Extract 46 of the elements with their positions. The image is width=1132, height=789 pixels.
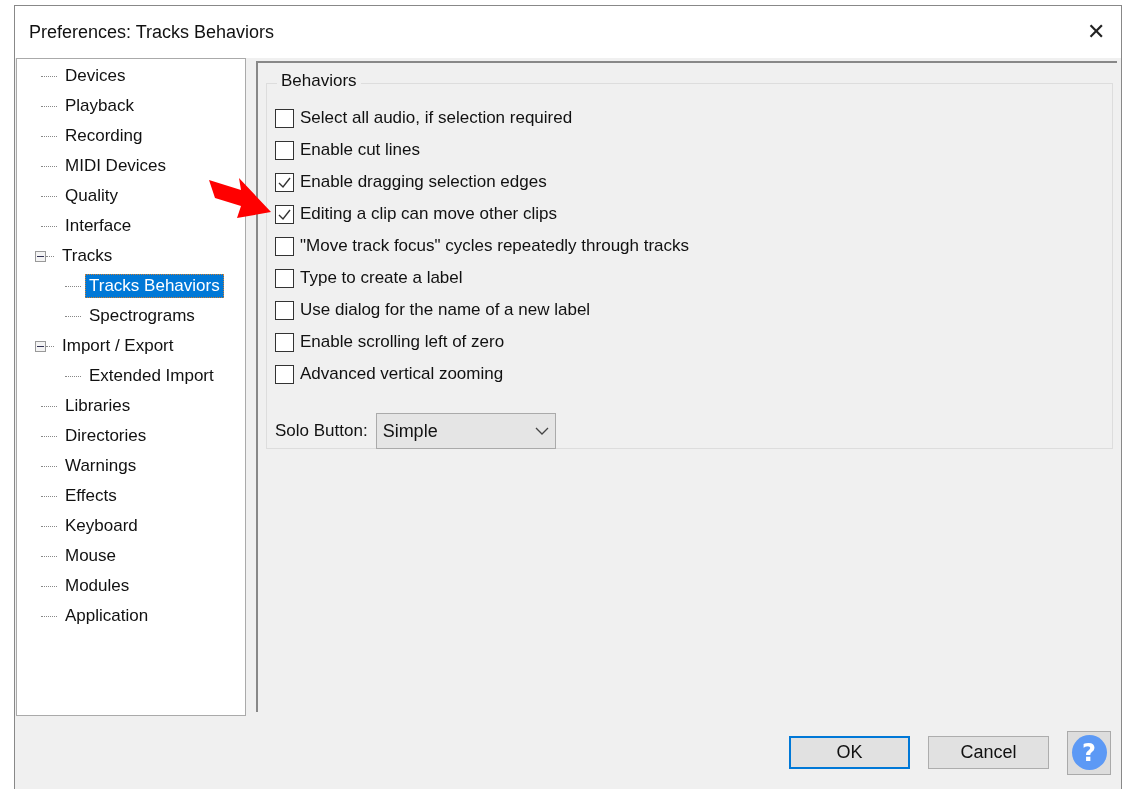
- checkbox[interactable]: [275, 300, 294, 320]
- dialog-button[interactable]: OK: [789, 736, 910, 769]
- tree-item[interactable]: Import / Export: [58, 334, 178, 358]
- checkbox[interactable]: [275, 172, 294, 192]
- chevron-down-icon: [534, 427, 549, 435]
- checkbox-label: Use dialog for the name of a new label: [300, 300, 591, 320]
- checkbox-label: "Move track focus" cycles repeatedly through tracks: [300, 236, 690, 256]
- checkbox-label: Type to create a label: [300, 268, 463, 288]
- tree-item[interactable]: Application: [61, 604, 153, 628]
- checkbox[interactable]: [275, 204, 294, 224]
- checkbox[interactable]: [275, 108, 294, 128]
- tree-item[interactable]: Directories: [61, 424, 151, 448]
- collapse-toggle-icon[interactable]: [35, 340, 46, 352]
- checkbox-label: Enable dragging selection edges: [300, 172, 547, 192]
- solo-label: Solo Button:: [275, 421, 368, 441]
- window-title: Preferences: Tracks Behaviors: [29, 21, 275, 43]
- checkbox[interactable]: [275, 364, 294, 384]
- tree-item[interactable]: Quality: [61, 184, 122, 208]
- tree-item[interactable]: Interface: [61, 214, 136, 238]
- solo-dropdown[interactable]: Simple: [375, 413, 556, 449]
- tree-item[interactable]: Recording: [61, 124, 147, 148]
- checkbox-label: Enable cut lines: [300, 140, 421, 160]
- tree-item[interactable]: Extended Import: [85, 364, 218, 388]
- tree-item[interactable]: Keyboard: [61, 514, 142, 538]
- collapse-toggle-icon[interactable]: [35, 250, 46, 262]
- checkbox-label: Select all audio, if selection required: [300, 108, 573, 128]
- tree-item[interactable]: Playback: [61, 94, 138, 118]
- checkbox[interactable]: [275, 268, 294, 288]
- tree-item[interactable]: MIDI Devices: [61, 154, 171, 178]
- tree-item[interactable]: Libraries: [61, 394, 135, 418]
- checkbox[interactable]: [275, 236, 294, 256]
- tree-item[interactable]: Devices: [61, 64, 130, 88]
- dialog-button[interactable]: Cancel: [928, 736, 1049, 769]
- tree-item[interactable]: Tracks: [58, 244, 117, 268]
- tree-item[interactable]: Tracks Behaviors: [85, 274, 224, 298]
- checkbox[interactable]: [275, 140, 294, 160]
- tree-item[interactable]: Effects: [61, 484, 121, 508]
- checkbox-label: Enable scrolling left of zero: [300, 332, 505, 352]
- tree-item[interactable]: Modules: [61, 574, 134, 598]
- tree-item[interactable]: Warnings: [61, 454, 141, 478]
- close-button[interactable]: ✕: [1077, 15, 1115, 49]
- checkbox[interactable]: [275, 332, 294, 352]
- checkbox-label: Advanced vertical zooming: [300, 364, 504, 384]
- checkbox-label: Editing a clip can move other clips: [300, 204, 558, 224]
- tree-item[interactable]: Mouse: [61, 544, 121, 568]
- tree-item[interactable]: Spectrograms: [85, 304, 199, 328]
